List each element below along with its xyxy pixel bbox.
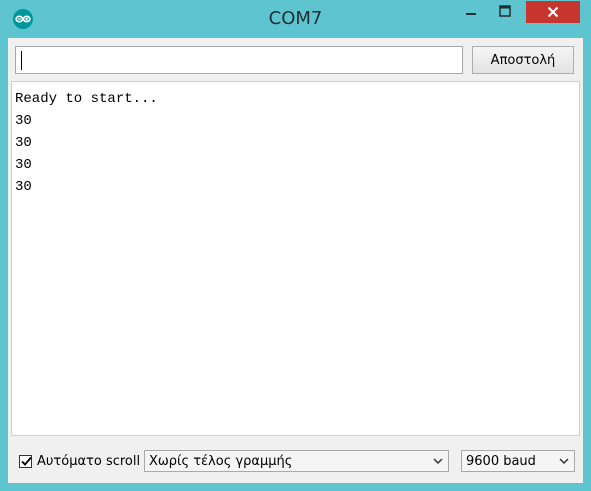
- minimize-icon: [466, 13, 476, 15]
- chevron-down-icon: [559, 458, 569, 465]
- title-bar[interactable]: COM7: [0, 0, 591, 38]
- line-ending-select[interactable]: Χωρίς τέλος γραμμής: [144, 450, 449, 472]
- close-icon: [547, 6, 559, 18]
- autoscroll-toggle[interactable]: Αυτόματο scroll: [19, 450, 140, 472]
- chevron-down-icon: [433, 458, 443, 465]
- serial-output-area[interactable]: Ready to start... 30 30 30 30: [11, 81, 580, 436]
- monitor-client-area: Αποστολή Ready to start... 30 30 30 30 Α…: [8, 38, 583, 483]
- serial-monitor-window: COM7 Αποστολή Ready to start... 30 30 30…: [0, 0, 591, 491]
- line-ending-value: Χωρίς τέλος γραμμής: [149, 453, 293, 469]
- maximize-icon: [499, 5, 511, 17]
- baud-rate-value: 9600 baud: [466, 453, 536, 469]
- autoscroll-label: Αυτόματο scroll: [37, 453, 141, 469]
- checkmark-icon: [21, 456, 32, 466]
- send-button[interactable]: Αποστολή: [472, 46, 574, 74]
- autoscroll-checkbox[interactable]: [19, 454, 32, 468]
- send-input[interactable]: [15, 46, 463, 74]
- text-caret: [21, 51, 22, 70]
- baud-rate-select[interactable]: 9600 baud: [461, 450, 575, 472]
- minimize-button[interactable]: [458, 0, 484, 22]
- output-line: 30: [15, 113, 32, 129]
- status-footer: Αυτόματο scroll Χωρίς τέλος γραμμής 9600…: [11, 442, 580, 478]
- output-line: Ready to start...: [15, 91, 158, 107]
- close-button[interactable]: [526, 1, 580, 23]
- output-line: 30: [15, 179, 32, 195]
- output-line: 30: [15, 135, 32, 151]
- maximize-button[interactable]: [492, 0, 518, 22]
- output-line: 30: [15, 157, 32, 173]
